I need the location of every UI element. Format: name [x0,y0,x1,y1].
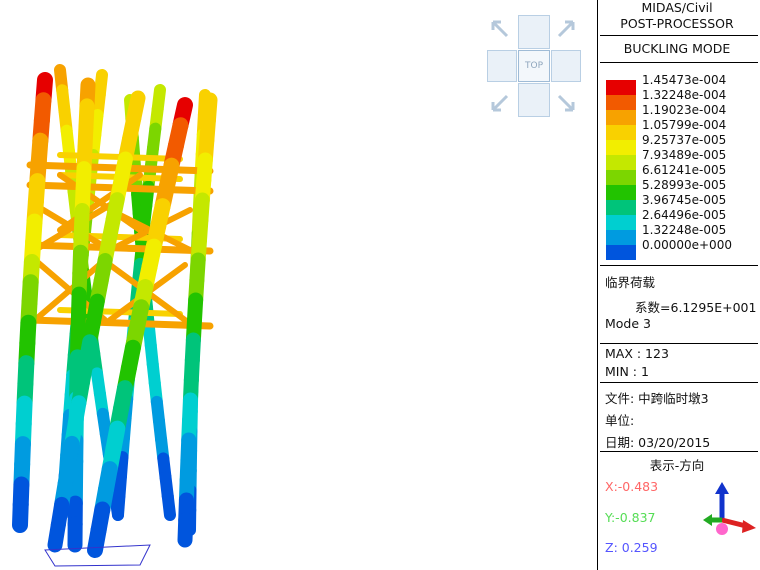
front-column [177,512,194,548]
min-node: MIN : 1 [605,364,649,379]
coefficient-value: =6.1295E+001 [660,300,757,315]
legend-value: 2.64496e-005 [642,208,727,222]
back-column [112,489,126,521]
legend-swatch [606,170,636,185]
divider [600,382,758,383]
direction-y: Y:-0.837 [605,510,656,525]
back-column [161,490,176,521]
divider [600,62,758,63]
view-direction-title: 表示-方向 [649,458,705,473]
view-cube-ne-arrow-icon[interactable] [555,18,577,40]
module-name: POST-PROCESSOR [620,16,734,31]
divider [600,35,758,36]
legend-swatch [606,110,636,125]
max-node: MAX : 123 [605,346,669,361]
file-name: 文件: 中跨临时墩3 [605,391,709,406]
legend-swatch [606,155,636,170]
legend-swatch [606,140,636,155]
legend-value: 1.32248e-005 [642,223,727,237]
unit-label: 单位: [605,413,635,428]
mode-number: Mode 3 [605,316,651,331]
divider [600,265,758,266]
direction-x: X:-0.483 [605,479,659,494]
legend-value: 1.32248e-004 [642,88,727,102]
legend-value: 3.96745e-005 [642,193,727,207]
legend-value: 9.25737e-005 [642,133,727,147]
front-column [87,521,107,558]
legend-swatch [606,245,636,260]
legend-swatch [606,185,636,200]
coefficient-label: 系数=6.1295E+001 [635,300,757,315]
legend-value: 1.45473e-004 [642,73,727,87]
view-cube-top-face[interactable]: TOP [518,50,550,82]
date-label: 日期: 03/20/2015 [605,435,711,450]
legend-value: 1.19023e-004 [642,103,727,117]
legend-value: 6.61241e-005 [642,163,727,177]
view-cube[interactable]: TOP [487,14,581,118]
legend-value: 0.00000e+000 [642,238,732,252]
legend-swatch [606,95,636,110]
legend-value: 5.28993e-005 [642,178,727,192]
view-cube-east-face[interactable] [551,50,581,82]
result-type: BUCKLING MODE [623,41,731,56]
divider [600,451,758,452]
view-cube-north-face[interactable] [518,15,550,49]
axis-triad-icon [703,482,756,535]
direction-z: Z: 0.259 [605,540,658,555]
front-column [12,496,29,533]
legend-swatch [606,230,636,245]
view-cube-nw-arrow-icon[interactable] [489,18,511,40]
divider [600,343,758,344]
view-cube-south-face[interactable] [518,83,550,117]
legend-swatch [606,80,636,95]
view-cube-se-arrow-icon[interactable] [555,92,577,114]
view-cube-sw-arrow-icon[interactable] [489,92,511,114]
view-cube-west-face[interactable] [487,50,517,82]
legend-value: 7.93489e-005 [642,148,727,162]
legend-swatch [606,215,636,230]
legend-value: 1.05799e-004 [642,118,727,132]
legend-swatch [606,200,636,215]
front-column [47,517,66,553]
panel-divider [597,0,598,570]
program-name: MIDAS/Civil [641,0,713,15]
legend-swatch [606,125,636,140]
critical-load-label: 临界荷载 [605,275,656,290]
